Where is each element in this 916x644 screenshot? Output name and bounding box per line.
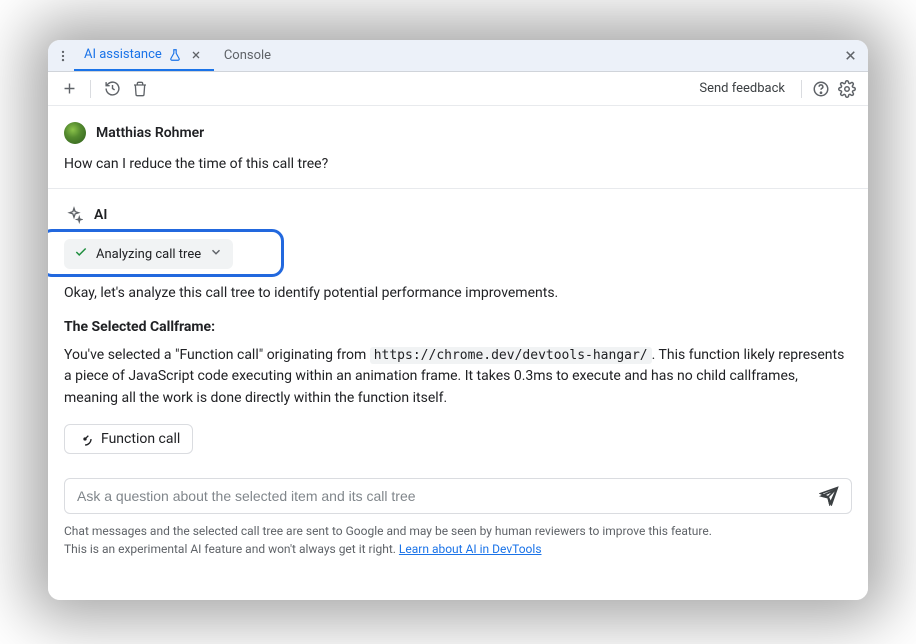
status-text: Analyzing call tree <box>96 247 201 262</box>
disclaimer: Chat messages and the selected call tree… <box>48 514 868 570</box>
disclaimer-line2-pre: This is an experimental AI feature and w… <box>64 542 399 556</box>
sparkle-icon <box>64 205 84 225</box>
disclaimer-line1: Chat messages and the selected call tree… <box>64 524 712 538</box>
chat-content: Matthias Rohmer How can I reduce the tim… <box>48 106 868 600</box>
avatar <box>64 122 86 144</box>
prompt-input-box <box>64 478 852 514</box>
user-name: Matthias Rohmer <box>96 125 204 141</box>
context-chip[interactable]: Function call <box>64 424 193 454</box>
delete-button[interactable] <box>127 76 153 102</box>
gear-icon <box>838 80 856 98</box>
plus-icon <box>61 80 78 97</box>
help-icon <box>812 80 830 98</box>
ai-intro-text: Okay, let's analyze this call tree to id… <box>64 283 852 305</box>
kebab-icon <box>56 49 70 63</box>
tab-label: AI assistance <box>84 47 162 62</box>
tab-bar: AI assistance Console <box>48 40 868 72</box>
user-message: How can I reduce the time of this call t… <box>48 152 868 189</box>
close-icon <box>843 48 858 63</box>
toolbar: Send feedback <box>48 72 868 106</box>
toolbar-separator <box>801 80 802 98</box>
flask-icon <box>168 48 182 62</box>
ai-header: AI <box>64 205 852 225</box>
tab-bar-left: AI assistance Console <box>52 40 836 71</box>
checkmark-icon <box>74 245 88 263</box>
user-header: Matthias Rohmer <box>48 106 868 152</box>
devtools-panel: AI assistance Console <box>48 40 868 600</box>
performance-icon <box>77 431 93 447</box>
toolbar-left <box>56 76 153 102</box>
more-tabs-button[interactable] <box>52 40 74 71</box>
tab-label: Console <box>224 48 271 63</box>
settings-button[interactable] <box>834 76 860 102</box>
send-feedback-link[interactable]: Send feedback <box>699 81 785 96</box>
context-chip-label: Function call <box>101 431 180 447</box>
ai-section: AI Analyzing call tree Okay, let's analy… <box>48 189 868 470</box>
tab-console[interactable]: Console <box>214 40 281 71</box>
learn-more-link[interactable]: Learn about AI in DevTools <box>399 542 542 556</box>
chevron-down-icon <box>209 245 223 263</box>
history-button[interactable] <box>99 76 125 102</box>
ai-body-text: You've selected a "Function call" origin… <box>64 345 852 410</box>
ai-label: AI <box>94 207 107 223</box>
send-button[interactable] <box>815 482 843 510</box>
toolbar-separator <box>90 80 91 98</box>
tab-close-button[interactable] <box>188 47 204 63</box>
close-panel-button[interactable] <box>836 40 864 71</box>
status-highlight-wrap: Analyzing call tree <box>48 239 852 269</box>
ai-body-pre: You've selected a "Function call" origin… <box>64 347 370 363</box>
trash-icon <box>132 81 148 97</box>
tab-ai-assistance[interactable]: AI assistance <box>74 40 214 71</box>
send-icon <box>819 486 839 506</box>
analyzing-status-chip[interactable]: Analyzing call tree <box>64 239 233 269</box>
new-chat-button[interactable] <box>56 76 82 102</box>
ai-subheading: The Selected Callframe: <box>64 319 852 335</box>
input-row <box>48 470 868 514</box>
prompt-input[interactable] <box>77 488 815 504</box>
close-icon <box>190 49 202 61</box>
ai-body-code: https://chrome.dev/devtools-hangar/ <box>370 347 652 364</box>
help-button[interactable] <box>808 76 834 102</box>
history-icon <box>104 80 121 97</box>
